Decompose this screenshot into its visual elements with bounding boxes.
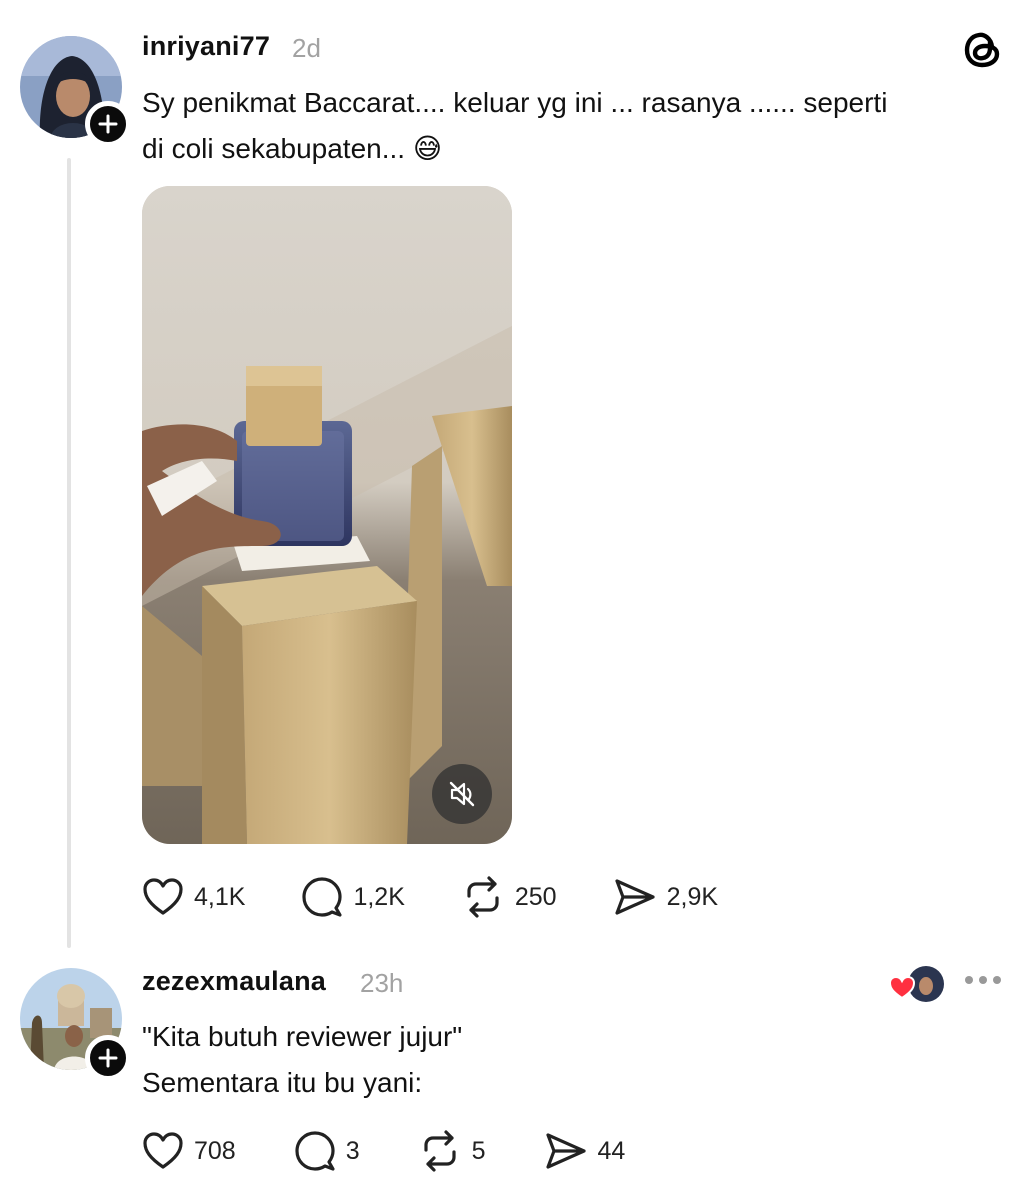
speaker-muted-icon [449,781,475,807]
follow-button[interactable] [85,101,131,147]
heart-filled-icon [888,975,916,1000]
share-button[interactable]: 2,9K [613,877,718,917]
post-action-bar: 4,1K 1,2K 250 2,9K [142,876,718,918]
plus-icon [98,1048,118,1068]
comment-icon [302,877,343,917]
reply-count: 3 [345,1136,360,1165]
share-button[interactable]: 44 [544,1131,626,1171]
heart-icon [143,1132,183,1169]
reply-text: "Kita butuh reviewer jujur" Sementara it… [142,1014,462,1106]
reply-text-line: Sementara itu bu yani: [142,1067,423,1098]
like-count: 708 [194,1136,236,1165]
liked-by-author-indicator[interactable] [888,964,948,1004]
video-frame [142,186,512,844]
post-timestamp: 2d [292,33,321,63]
reply-timestamp: 23h [360,968,404,998]
repost-icon [467,876,499,918]
follow-button[interactable] [85,1035,131,1081]
reply-button[interactable]: 1,2K [301,876,405,918]
author-avatar-mini [919,977,933,995]
repost-icon [424,1130,456,1172]
more-options-icon[interactable] [965,976,1001,984]
repost-count: 250 [514,882,557,911]
reply-button[interactable]: 3 [294,1130,360,1172]
threads-logo-icon[interactable] [962,28,1004,75]
send-icon [545,1133,586,1169]
post-text: Sy penikmat Baccarat.... keluar yg ini .… [142,80,887,172]
post-video[interactable] [142,186,512,844]
comment-icon [295,1131,335,1171]
send-icon [614,879,655,915]
reply-action-bar: 708 3 5 44 [142,1130,625,1172]
like-button[interactable]: 4,1K [142,877,245,917]
mute-toggle-button[interactable] [432,764,492,824]
post-username[interactable]: inriyani77 [142,31,270,62]
reply-text-line: "Kita butuh reviewer jujur" [142,1021,463,1052]
share-count: 44 [597,1136,626,1165]
like-count: 4,1K [194,882,246,911]
like-button[interactable]: 708 [142,1131,236,1171]
repost-count: 5 [471,1136,486,1165]
reply-count: 1,2K [353,882,405,911]
heart-icon [143,878,183,915]
repost-button[interactable]: 250 [461,876,557,918]
share-count: 2,9K [666,882,719,911]
post-text-line: Sy penikmat Baccarat.... keluar yg ini .… [142,87,888,118]
thread-connector-line [67,158,71,948]
post-text-line: di coli sekabupaten... 😅 [142,133,443,164]
plus-icon [98,114,118,134]
reply-username[interactable]: zezexmaulana [142,966,326,997]
repost-button[interactable]: 5 [418,1130,486,1172]
